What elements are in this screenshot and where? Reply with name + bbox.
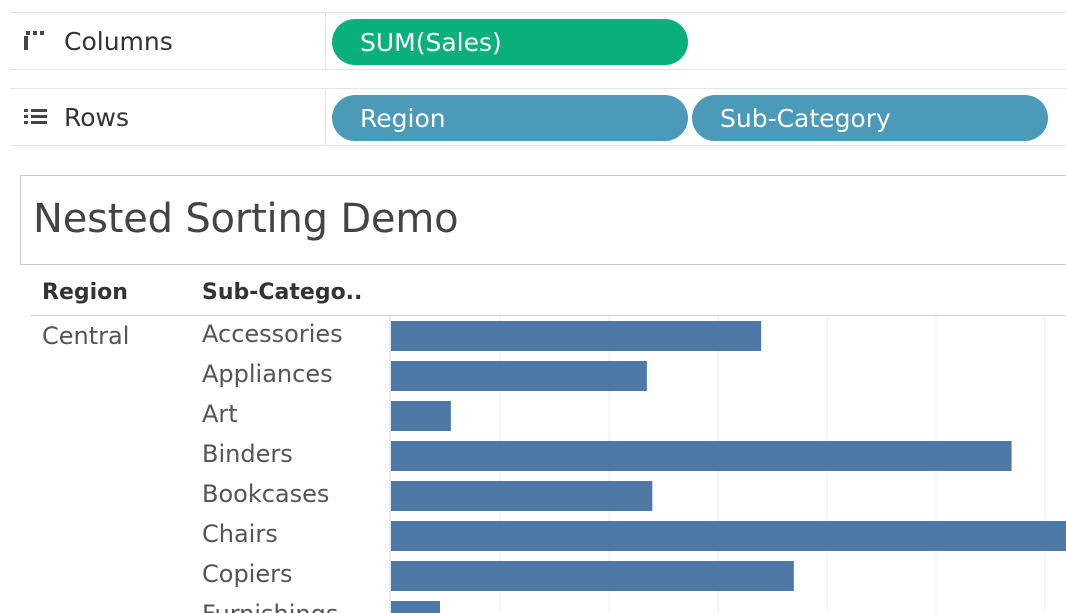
bar-chart: [389, 316, 1066, 613]
subcategory-label-art[interactable]: Art: [202, 400, 238, 428]
bar-binders[interactable]: [391, 441, 1012, 471]
subcategory-label-bookcases[interactable]: Bookcases: [202, 480, 329, 508]
bar-bookcases[interactable]: [391, 481, 653, 511]
subcategory-label-accessories[interactable]: Accessories: [202, 320, 343, 348]
bar-furnishings[interactable]: [391, 601, 440, 613]
subcategory-label-chairs[interactable]: Chairs: [202, 520, 278, 548]
bar-art[interactable]: [391, 401, 451, 431]
bar-chairs[interactable]: [391, 521, 1066, 551]
subcategory-label-binders[interactable]: Binders: [202, 440, 293, 468]
subcategory-label-furnishings[interactable]: Furnishings: [202, 600, 338, 613]
subcategory-label-copiers[interactable]: Copiers: [202, 560, 292, 588]
bar-accessories[interactable]: [391, 321, 762, 351]
bar-copiers[interactable]: [391, 561, 794, 591]
subcategory-label-appliances[interactable]: Appliances: [202, 360, 333, 388]
bar-appliances[interactable]: [391, 361, 647, 391]
